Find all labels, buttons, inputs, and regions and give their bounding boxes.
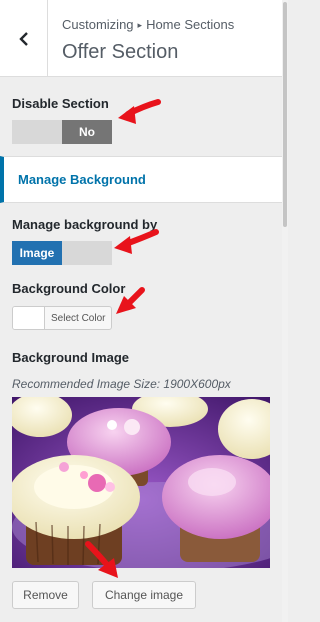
breadcrumb: Customizing ▸ Home Sections [62,17,234,32]
image-size-hint: Recommended Image Size: 1900X600px [12,377,231,391]
manage-background-by-toggle[interactable]: Image [12,241,112,265]
customizer-header: Customizing ▸ Home Sections Offer Section [0,0,282,77]
annotation-arrow-icon [116,287,145,314]
scrollbar[interactable] [282,0,288,622]
toggle-no-option[interactable]: No [62,120,112,144]
panel-title: Offer Section [62,41,179,63]
toggle-image-option[interactable]: Image [12,241,62,265]
color-swatch[interactable] [13,307,45,329]
select-color-label[interactable]: Select Color [45,307,111,329]
toggle-track[interactable] [12,120,62,144]
background-color-label: Background Color [12,281,126,296]
remove-image-button[interactable]: Remove [12,581,79,609]
change-image-button[interactable]: Change image [92,581,196,609]
annotation-arrow-icon [85,541,118,578]
back-chevron-icon [18,31,28,46]
cupcakes-photo [12,397,270,568]
scrollbar-thumb[interactable] [283,2,287,227]
background-image-label: Background Image [12,350,130,365]
annotation-arrow-icon [114,229,159,254]
breadcrumb-root: Customizing [62,17,134,32]
breadcrumb-separator: ▸ [137,20,143,30]
disable-section-label: Disable Section [12,96,109,111]
annotation-arrow-icon [118,99,161,124]
toggle-track[interactable] [62,241,112,265]
manage-background-section-link[interactable]: Manage Background [0,156,282,203]
disable-section-toggle[interactable]: No [12,120,112,144]
select-color-button[interactable]: Select Color [12,306,113,330]
back-button[interactable] [0,0,48,77]
background-image-preview[interactable] [12,397,270,568]
breadcrumb-current: Home Sections [146,17,235,32]
